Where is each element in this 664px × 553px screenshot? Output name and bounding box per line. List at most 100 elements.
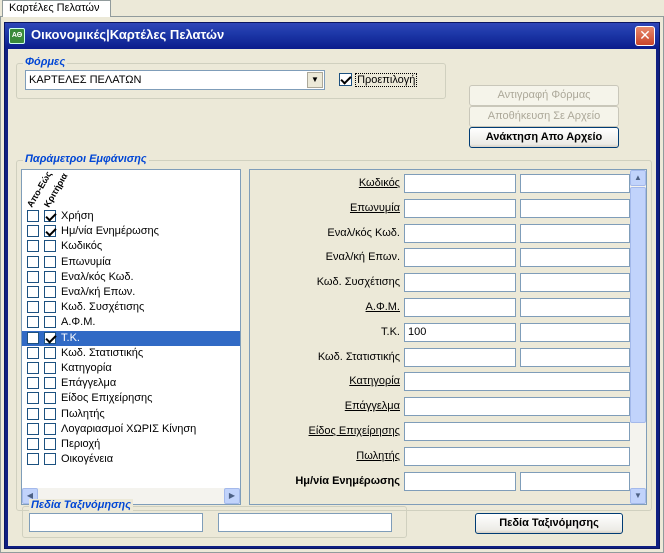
field-input-from[interactable] — [404, 471, 516, 491]
field-input-to[interactable] — [520, 248, 630, 268]
list-item[interactable]: Επωνυμία — [22, 255, 240, 270]
field-input-to[interactable] — [520, 174, 630, 193]
list-item[interactable]: Κωδ. Συσχέτισης — [22, 300, 240, 315]
scroll-thumb[interactable] — [630, 187, 646, 423]
field-input-from[interactable] — [404, 446, 630, 466]
from-to-checkbox[interactable] — [27, 240, 39, 253]
default-checkbox-wrap[interactable]: Προεπιλογή — [339, 72, 418, 87]
list-item[interactable]: Εναλ/κός Κωδ. — [22, 270, 240, 285]
criteria-checkbox[interactable] — [44, 438, 56, 450]
list-item[interactable]: Ημ/νία Ενημέρωσης — [22, 224, 240, 239]
from-to-checkbox[interactable] — [27, 286, 39, 298]
list-item[interactable]: Επάγγελμα — [22, 376, 240, 391]
from-to-checkbox[interactable] — [27, 301, 39, 314]
from-to-checkbox[interactable] — [27, 438, 39, 450]
criteria-checkbox[interactable] — [44, 240, 56, 253]
from-to-checkbox[interactable] — [27, 362, 39, 374]
dialog-window: ΑΘ Οικονομικές|Καρτέλες Πελατών ✕ Φόρμες… — [4, 22, 660, 549]
list-item[interactable]: Περιοχή — [22, 437, 240, 452]
field-input-to[interactable] — [520, 322, 630, 342]
field-input-from[interactable] — [404, 198, 516, 218]
field-input-from[interactable] — [404, 372, 630, 392]
default-checkbox[interactable] — [339, 73, 352, 86]
criteria-checkbox[interactable] — [44, 331, 56, 344]
field-input-from[interactable] — [404, 174, 516, 193]
title-bar[interactable]: ΑΘ Οικονομικές|Καρτέλες Πελατών ✕ — [5, 23, 659, 49]
close-button[interactable]: ✕ — [635, 26, 655, 46]
criteria-checkbox[interactable] — [44, 210, 56, 222]
criteria-checkbox[interactable] — [44, 346, 56, 359]
list-item[interactable]: Λογαριασμοί ΧΩΡΙΣ Κίνηση — [22, 422, 240, 437]
list-item[interactable]: Είδος Επιχείρησης — [22, 391, 240, 406]
criteria-checkbox[interactable] — [44, 362, 56, 374]
parameters-list[interactable]: Απο-Εώς Κριτήρια Χρήση Ημ/νία Ενημέρωσης Κ… — [21, 169, 241, 505]
from-to-checkbox[interactable] — [27, 316, 39, 329]
field-input-from[interactable] — [404, 347, 516, 367]
list-item[interactable]: Κωδικός — [22, 239, 240, 254]
criteria-checkbox[interactable] — [44, 316, 56, 329]
list-item[interactable]: Εναλ/κή Επων. — [22, 285, 240, 300]
field-input-from[interactable] — [404, 223, 516, 243]
criteria-checkbox[interactable] — [44, 270, 56, 283]
criteria-checkbox[interactable] — [44, 453, 56, 466]
field-input-from[interactable] — [404, 248, 516, 268]
field-input-from[interactable]: 100 — [404, 322, 516, 342]
sort-fields-button[interactable]: Πεδία Ταξινόμησης — [475, 513, 623, 534]
scroll-down-button[interactable]: ▼ — [630, 488, 646, 504]
sort-field-1[interactable] — [29, 513, 203, 532]
list-item[interactable]: Πωλητής — [22, 407, 240, 422]
list-item[interactable]: Κατηγορία — [22, 361, 240, 376]
criteria-checkbox[interactable] — [44, 225, 56, 238]
tab-customer-cards[interactable]: Καρτέλες Πελατών — [2, 0, 111, 17]
criteria-checkbox[interactable] — [44, 301, 56, 314]
field-input-from[interactable] — [404, 298, 516, 317]
from-to-checkbox[interactable] — [27, 453, 39, 466]
from-to-checkbox[interactable] — [27, 210, 39, 222]
field-input-to[interactable] — [520, 273, 630, 293]
field-input-to[interactable] — [520, 198, 630, 218]
field-input-from[interactable] — [404, 422, 630, 441]
field-input-from[interactable] — [404, 273, 516, 293]
from-to-checkbox[interactable] — [27, 346, 39, 359]
criteria-checkbox[interactable] — [44, 286, 56, 298]
load-from-file-button[interactable]: Ανάκτηση Απο Αρχείο — [469, 127, 619, 148]
list-item-label: Κατηγορία — [61, 362, 112, 374]
forms-combo-value: ΚΑΡΤΕΛΕΣ ΠΕΛΑΤΩΝ — [29, 74, 142, 86]
scroll-right-button[interactable]: ▶ — [224, 488, 240, 504]
list-item[interactable]: Οικογένεια — [22, 452, 240, 467]
field-input-to[interactable] — [520, 298, 630, 317]
list-item-label: Κωδ. Συσχέτισης — [61, 301, 145, 314]
from-to-checkbox[interactable] — [27, 407, 39, 420]
from-to-checkbox[interactable] — [27, 270, 39, 283]
field-input-to[interactable] — [520, 347, 630, 367]
field-label: Εναλ/κός Κωδ. — [327, 226, 400, 239]
field-input-from[interactable] — [404, 397, 630, 417]
field-input-to[interactable] — [520, 223, 630, 243]
list-item[interactable]: Κωδ. Στατιστικής — [22, 346, 240, 361]
list-item[interactable]: Α.Φ.Μ. — [22, 315, 240, 330]
list-item-label: Πωλητής — [61, 407, 105, 420]
from-to-checkbox[interactable] — [27, 255, 39, 268]
list-item[interactable]: Τ.Κ. — [22, 330, 240, 346]
criteria-checkbox[interactable] — [44, 392, 56, 405]
copy-form-button[interactable]: Αντιγραφή Φόρμας — [469, 85, 619, 106]
field-input-to[interactable] — [520, 471, 630, 491]
sorting-group: Πεδία Ταξινόμησης — [22, 499, 407, 538]
fields-vertical-scrollbar[interactable]: ▲ ▼ — [630, 170, 646, 504]
from-to-checkbox[interactable] — [27, 377, 39, 390]
list-item[interactable]: Χρήση — [22, 209, 240, 224]
from-to-checkbox[interactable] — [27, 392, 39, 405]
criteria-checkbox[interactable] — [44, 377, 56, 390]
criteria-checkbox[interactable] — [44, 407, 56, 420]
criteria-checkbox[interactable] — [44, 255, 56, 268]
combo-dropdown-button[interactable]: ▼ — [307, 72, 323, 88]
sort-field-2[interactable] — [218, 513, 392, 532]
scroll-up-button[interactable]: ▲ — [630, 170, 646, 186]
chevron-down-icon: ▼ — [311, 75, 319, 84]
from-to-checkbox[interactable] — [27, 225, 39, 238]
forms-combo[interactable]: ΚΑΡΤΕΛΕΣ ΠΕΛΑΤΩΝ ▼ — [25, 70, 325, 90]
from-to-checkbox[interactable] — [27, 331, 39, 344]
save-to-file-button[interactable]: Αποθήκευση Σε Αρχείο — [469, 106, 619, 127]
criteria-checkbox[interactable] — [44, 422, 56, 435]
from-to-checkbox[interactable] — [27, 422, 39, 435]
